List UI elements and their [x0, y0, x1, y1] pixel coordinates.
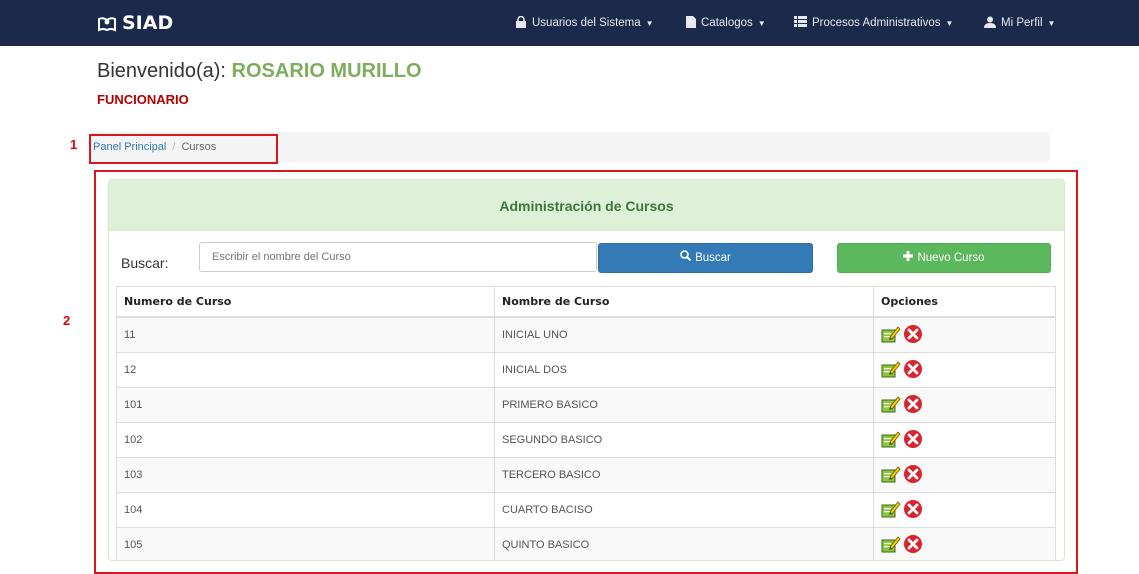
user-role: FUNCIONARIO: [97, 92, 189, 107]
file-icon: [686, 15, 696, 31]
nav-perfil[interactable]: Mi Perfil ▼: [984, 0, 1055, 46]
nav-catalogos-label: Catalogos: [701, 17, 753, 29]
book-icon: [97, 15, 117, 32]
welcome-prefix: Bienvenido(a):: [97, 60, 232, 82]
annotation-box-1: [89, 134, 278, 164]
brand-logo[interactable]: SIAD: [97, 12, 173, 34]
user-icon: [984, 16, 996, 31]
nav-perfil-label: Mi Perfil: [1001, 17, 1043, 29]
chevron-down-icon: ▼: [945, 18, 954, 28]
top-navbar: SIAD Usuarios del Sistema ▼ Catalogos ▼ …: [0, 0, 1139, 46]
nav-usuarios-label: Usuarios del Sistema: [532, 17, 641, 29]
welcome-heading: Bienvenido(a): ROSARIO MURILLO: [97, 60, 422, 83]
brand-name: SIAD: [122, 12, 174, 34]
nav-usuarios[interactable]: Usuarios del Sistema ▼: [515, 0, 654, 46]
annotation-label-2: 2: [63, 313, 71, 328]
list-icon: [794, 16, 807, 30]
annotation-box-2: [94, 170, 1078, 574]
chevron-down-icon: ▼: [1047, 18, 1056, 28]
nav-procesos-label: Procesos Administrativos: [812, 17, 941, 29]
annotation-label-1: 1: [70, 137, 78, 152]
user-name: ROSARIO MURILLO: [231, 60, 422, 82]
chevron-down-icon: ▼: [757, 18, 766, 28]
lock-icon: [515, 15, 527, 31]
chevron-down-icon: ▼: [645, 18, 654, 28]
nav-procesos[interactable]: Procesos Administrativos ▼: [794, 0, 953, 46]
nav-catalogos[interactable]: Catalogos ▼: [686, 0, 766, 46]
